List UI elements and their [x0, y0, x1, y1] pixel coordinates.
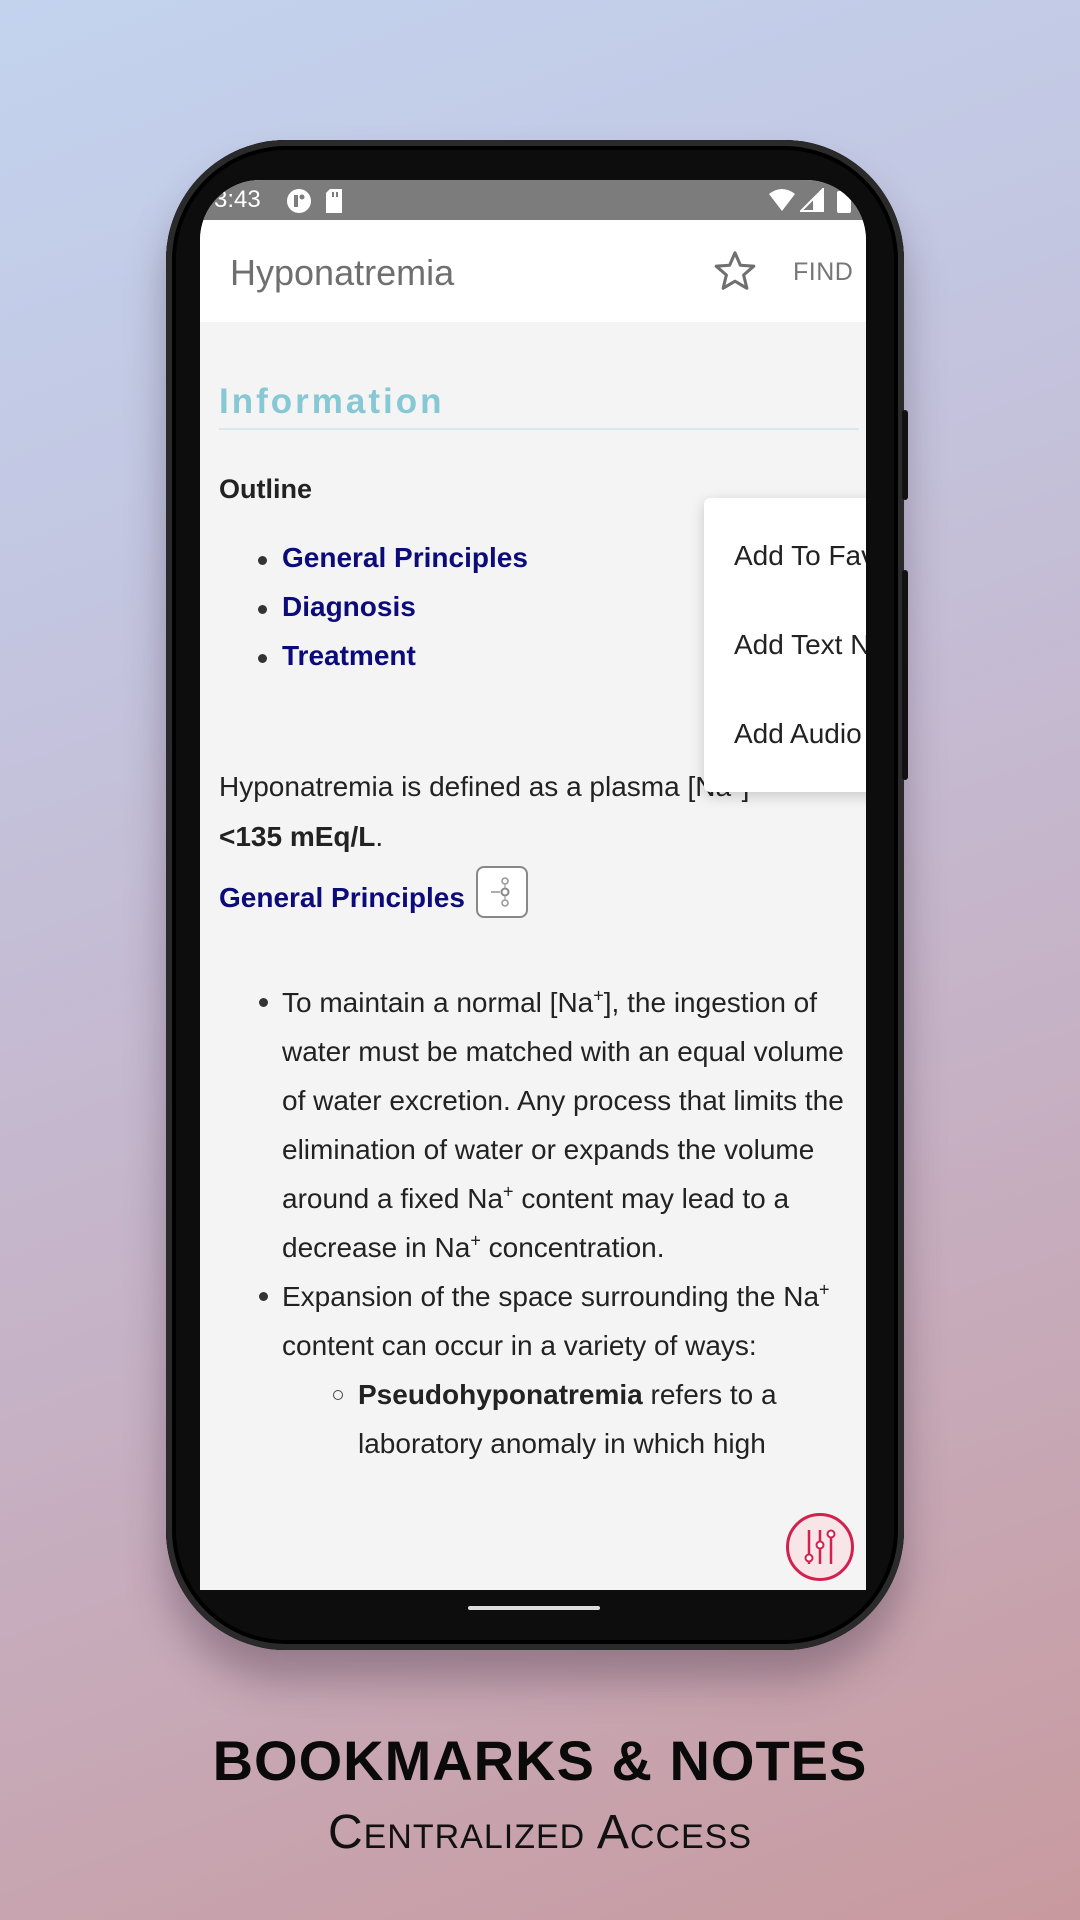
favorite-star-icon[interactable] [712, 248, 758, 294]
flowchart-button[interactable] [476, 866, 528, 918]
menu-item-add-text-note[interactable]: Add Text Note [734, 629, 866, 661]
menu-item-add-to-favorites[interactable]: Add To Favorites [734, 540, 866, 572]
sub-list: Pseudohyponatremia refers to a laborator… [282, 1370, 858, 1468]
menu-item-add-audio-note[interactable]: Add Audio Note [734, 718, 866, 750]
equalizer-sliders-icon [804, 1529, 836, 1564]
data-saver-icon [287, 189, 311, 213]
list-item: To maintain a normal [Na+], the ingestio… [258, 978, 858, 1272]
status-time: 3:43 [214, 186, 261, 213]
flowchart-icon [491, 877, 510, 907]
outline-link-diagnosis[interactable]: Diagnosis [258, 591, 528, 640]
outline-label: Outline [219, 474, 312, 504]
overflow-menu: Add To Favorites Add Text Note Add Audio… [704, 498, 866, 792]
home-indicator[interactable] [468, 1606, 600, 1610]
wifi-icon [769, 189, 795, 211]
battery-icon [837, 188, 851, 213]
sd-card-icon [326, 189, 342, 213]
cell-signal-icon [800, 188, 824, 212]
sodium-threshold: <135 mEq/L [219, 821, 376, 852]
outline-list: General Principles Diagnosis Treatment [258, 542, 528, 689]
status-bar: 3:43 [200, 180, 866, 220]
promo-subtitle: Centralized Access [327, 1806, 753, 1859]
promo-title: BOOKMARKS & NOTES [212, 1729, 868, 1792]
phone-side-button [902, 570, 908, 780]
phone-side-button [902, 410, 908, 500]
sub-list-item: Pseudohyponatremia refers to a laborator… [333, 1370, 858, 1468]
find-button[interactable]: FIND [793, 258, 853, 287]
section-title: Information [219, 382, 445, 421]
list-item: Expansion of the space surrounding the N… [258, 1272, 858, 1468]
outline-link-treatment[interactable]: Treatment [258, 640, 528, 689]
page-title: Hyponatremia [230, 252, 455, 293]
general-principles-list: To maintain a normal [Na+], the ingestio… [258, 978, 858, 1468]
outline-link-general-principles[interactable]: General Principles [258, 542, 528, 591]
general-principles-heading[interactable]: General Principles [219, 882, 465, 914]
section-divider [219, 428, 859, 430]
display-settings-button[interactable] [786, 1513, 854, 1581]
app-screen: 3:43 Hyponatremia FIND Information Outli… [200, 180, 866, 1590]
app-bar: Hyponatremia FIND [200, 220, 866, 322]
